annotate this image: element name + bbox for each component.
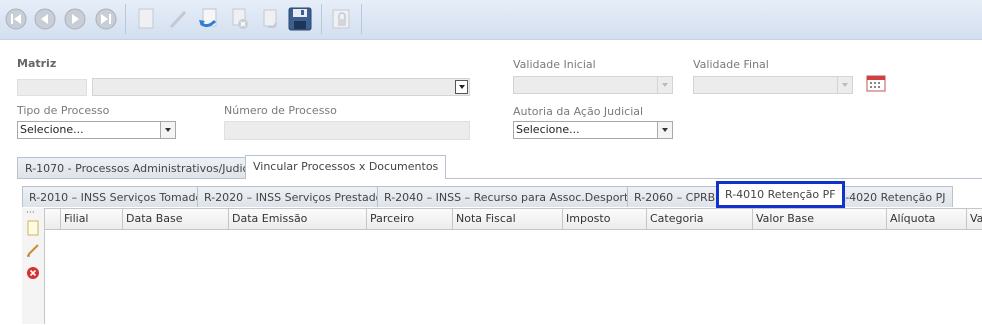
new-document-icon[interactable]: [133, 6, 159, 32]
edit-row-icon[interactable]: [25, 242, 41, 258]
autoria-value: Selecione...: [516, 123, 580, 136]
save-icon[interactable]: [287, 6, 313, 32]
tab-vincular-processos[interactable]: Vincular Processos x Documentos: [245, 155, 447, 179]
column-filial[interactable]: Filial: [60, 209, 122, 229]
tipo-processo-label: Tipo de Processo: [17, 104, 110, 117]
column-categoria[interactable]: Categoria: [646, 209, 752, 229]
column-data-base[interactable]: Data Base: [122, 209, 228, 229]
subtab-r4020[interactable]: R-4020 Retenção PJ: [831, 186, 953, 207]
subtab-r2010[interactable]: R-2010 – INSS Serviços Tomados: [22, 186, 215, 207]
matriz-label: Matriz: [17, 57, 57, 70]
grid-header: Filial Data Base Data Emissão Parceiro N…: [44, 208, 982, 230]
tipo-processo-value: Selecione...: [20, 123, 84, 136]
numero-processo-field[interactable]: [224, 121, 470, 140]
delete-icon[interactable]: [227, 6, 253, 32]
toolbar: [0, 0, 982, 40]
column-parceiro[interactable]: Parceiro: [366, 209, 452, 229]
first-record-icon[interactable]: [3, 6, 29, 32]
grid-selector-column: [44, 209, 60, 229]
grid-action-bar: ···: [22, 208, 45, 324]
grip-icon: ···: [26, 208, 35, 218]
subtab-r2040[interactable]: R-2040 – INSS – Recurso para Assoc.Despo…: [377, 186, 652, 207]
numero-processo-label: Número de Processo: [224, 104, 337, 117]
validade-final-label: Validade Final: [693, 58, 769, 71]
edit-icon[interactable]: [165, 6, 191, 32]
subtab-r4010[interactable]: R-4010 Retenção PF: [716, 181, 845, 208]
tab-processos-administrativos[interactable]: R-1070 - Processos Administrativos/Judic…: [17, 157, 276, 179]
column-aliquota[interactable]: Alíquota: [886, 209, 966, 229]
validade-final-date[interactable]: [693, 76, 853, 94]
calendar-icon[interactable]: [866, 74, 886, 95]
validade-inicial-label: Validade Inicial: [513, 58, 596, 71]
subtab-r2060[interactable]: R-2060 – CPRB: [627, 186, 723, 207]
next-record-icon[interactable]: [62, 6, 88, 32]
column-nota-fiscal[interactable]: Nota Fiscal: [452, 209, 562, 229]
undo-icon[interactable]: [196, 6, 222, 32]
matriz-code-field[interactable]: [17, 79, 87, 96]
add-row-icon[interactable]: [25, 220, 41, 236]
column-valor-base[interactable]: Valor Base: [752, 209, 886, 229]
previous-record-icon[interactable]: [32, 6, 58, 32]
copy-icon[interactable]: [257, 6, 283, 32]
matriz-combo[interactable]: [92, 78, 470, 96]
delete-row-icon[interactable]: [25, 265, 41, 281]
column-imposto[interactable]: Imposto: [562, 209, 646, 229]
column-data-emissao[interactable]: Data Emissão: [228, 209, 366, 229]
subtab-r2020[interactable]: R-2020 – INSS Serviços Prestados: [197, 186, 396, 207]
lock-icon[interactable]: [328, 6, 354, 32]
autoria-select[interactable]: Selecione...: [513, 121, 673, 139]
last-record-icon[interactable]: [93, 6, 119, 32]
autoria-label: Autoria da Ação Judicial: [513, 105, 644, 118]
column-valor[interactable]: Va: [966, 209, 982, 229]
tipo-processo-select[interactable]: Selecione...: [17, 121, 176, 139]
validade-inicial-date[interactable]: [513, 76, 673, 94]
